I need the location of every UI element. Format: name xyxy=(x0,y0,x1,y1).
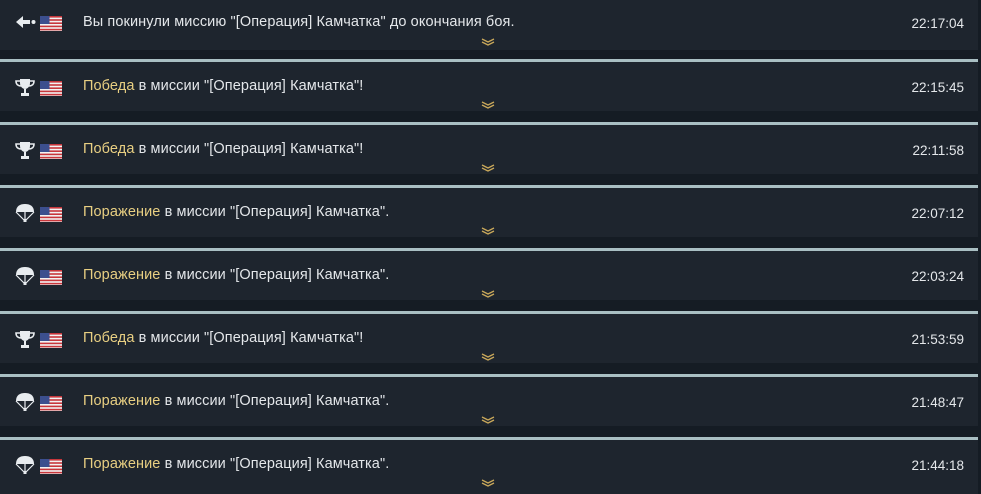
row-separator xyxy=(0,374,978,377)
entry-result: Победа xyxy=(83,78,135,94)
row-separator xyxy=(0,311,978,314)
parachute-icon xyxy=(15,267,35,285)
expand-chevron-icon[interactable] xyxy=(481,164,495,172)
entry-message: Победа в миссии "[Операция] Камчатка"! xyxy=(83,330,363,346)
entry-time: 21:48:47 xyxy=(911,395,964,410)
log-entry[interactable]: Вы покинули миссию "[Операция] Камчатка"… xyxy=(0,0,978,50)
expand-chevron-icon[interactable] xyxy=(481,38,495,46)
entry-message: Поражение в миссии "[Операция] Камчатка"… xyxy=(83,267,389,283)
row-separator xyxy=(0,185,978,188)
entry-time: 22:11:58 xyxy=(912,143,964,158)
log-entry[interactable]: Поражение в миссии "[Операция] Камчатка"… xyxy=(0,248,978,300)
row-separator xyxy=(0,122,978,125)
trophy-icon xyxy=(15,331,35,348)
us-flag-icon xyxy=(40,16,62,31)
row-separator xyxy=(0,59,978,62)
expand-chevron-icon[interactable] xyxy=(481,290,495,298)
expand-chevron-icon[interactable] xyxy=(481,353,495,361)
entry-time: 22:03:24 xyxy=(911,269,964,284)
entry-message: Вы покинули миссию "[Операция] Камчатка"… xyxy=(83,14,515,30)
entry-time: 22:17:04 xyxy=(911,16,964,31)
entry-time: 22:07:12 xyxy=(911,206,964,221)
entry-text: в миссии "[Операция] Камчатка". xyxy=(160,204,390,220)
entry-message: Поражение в миссии "[Операция] Камчатка"… xyxy=(83,204,389,220)
expand-chevron-icon[interactable] xyxy=(481,101,495,109)
expand-chevron-icon[interactable] xyxy=(481,227,495,235)
entry-time: 21:44:18 xyxy=(911,458,964,473)
entry-text: в миссии "[Операция] Камчатка"! xyxy=(134,330,364,346)
entry-message: Победа в миссии "[Операция] Камчатка"! xyxy=(83,78,363,94)
entry-result: Победа xyxy=(83,330,135,346)
entry-text: в миссии "[Операция] Камчатка". xyxy=(160,456,390,472)
log-entry[interactable]: Поражение в миссии "[Операция] Камчатка"… xyxy=(0,374,978,426)
us-flag-icon xyxy=(40,81,62,96)
log-entry[interactable]: Поражение в миссии "[Операция] Камчатка"… xyxy=(0,185,978,237)
trophy-icon xyxy=(15,79,35,96)
us-flag-icon xyxy=(40,333,62,348)
log-entry[interactable]: Победа в миссии "[Операция] Камчатка"! 2… xyxy=(0,59,978,111)
entry-text: в миссии "[Операция] Камчатка". xyxy=(160,267,390,283)
entry-message: Поражение в миссии "[Операция] Камчатка"… xyxy=(83,456,389,472)
entry-text: Вы покинули миссию "[Операция] Камчатка"… xyxy=(83,14,515,30)
entry-result: Поражение xyxy=(83,393,161,409)
trophy-icon xyxy=(15,142,35,159)
us-flag-icon xyxy=(40,207,62,222)
entry-message: Победа в миссии "[Операция] Камчатка"! xyxy=(83,141,363,157)
entry-result: Победа xyxy=(83,141,135,157)
us-flag-icon xyxy=(40,396,62,411)
log-entry[interactable]: Поражение в миссии "[Операция] Камчатка"… xyxy=(0,437,978,494)
us-flag-icon xyxy=(40,144,62,159)
parachute-icon xyxy=(15,204,35,222)
entry-result: Поражение xyxy=(83,267,161,283)
battle-log-feed: Вы покинули миссию "[Операция] Камчатка"… xyxy=(0,0,981,494)
entry-text: в миссии "[Операция] Камчатка"! xyxy=(134,78,364,94)
entry-result: Поражение xyxy=(83,456,161,472)
us-flag-icon xyxy=(40,459,62,474)
row-separator xyxy=(0,248,978,251)
parachute-icon xyxy=(15,456,35,474)
us-flag-icon xyxy=(40,270,62,285)
expand-chevron-icon[interactable] xyxy=(481,416,495,424)
entry-time: 22:15:45 xyxy=(911,80,964,95)
entry-time: 21:53:59 xyxy=(911,332,964,347)
left-arrow-icon xyxy=(16,16,36,28)
entry-text: в миссии "[Операция] Камчатка"! xyxy=(134,141,364,157)
entry-message: Поражение в миссии "[Операция] Камчатка"… xyxy=(83,393,389,409)
expand-chevron-icon[interactable] xyxy=(481,479,495,487)
log-entry[interactable]: Победа в миссии "[Операция] Камчатка"! 2… xyxy=(0,122,978,174)
entry-result: Поражение xyxy=(83,204,161,220)
row-separator xyxy=(0,437,978,440)
parachute-icon xyxy=(15,393,35,411)
log-entry[interactable]: Победа в миссии "[Операция] Камчатка"! 2… xyxy=(0,311,978,363)
entry-text: в миссии "[Операция] Камчатка". xyxy=(160,393,390,409)
